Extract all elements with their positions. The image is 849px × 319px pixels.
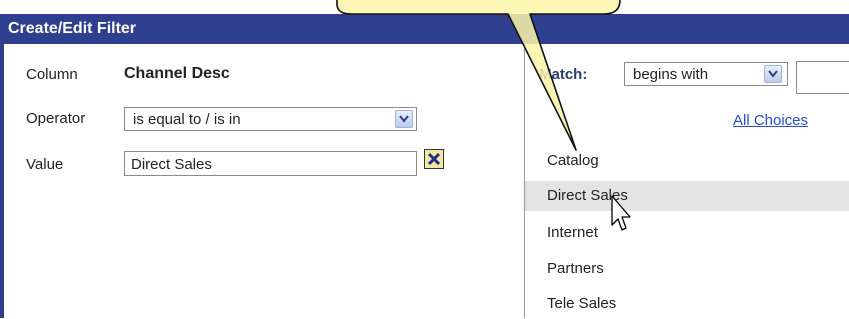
- list-item[interactable]: Tele Sales: [525, 289, 849, 319]
- match-mode-value: begins with: [633, 66, 709, 83]
- dialog-title-bar: Create/Edit Filter: [0, 14, 849, 44]
- clear-value-button[interactable]: [424, 149, 444, 169]
- list-item[interactable]: Direct Sales: [525, 181, 849, 211]
- list-item[interactable]: Internet: [525, 218, 849, 248]
- operator-label: Operator: [26, 110, 86, 127]
- match-label: Match:: [539, 66, 588, 83]
- match-search-input[interactable]: [796, 61, 849, 94]
- list-item-label: Internet: [547, 224, 598, 241]
- list-item-label: Tele Sales: [547, 295, 617, 312]
- list-item-label: Catalog: [547, 152, 599, 169]
- value-input[interactable]: Direct Sales: [124, 151, 417, 176]
- chevron-down-icon[interactable]: [395, 110, 413, 128]
- operator-select-value: is equal to / is in: [133, 111, 241, 128]
- value-label: Value: [26, 156, 64, 173]
- value-input-text: Direct Sales: [131, 156, 212, 173]
- close-icon: [427, 152, 441, 166]
- list-item-label: Partners: [547, 260, 604, 277]
- list-item-label: Direct Sales: [547, 187, 628, 204]
- match-mode-select[interactable]: begins with: [624, 62, 788, 86]
- column-label: Column: [26, 66, 78, 83]
- filter-form-panel: [4, 44, 524, 318]
- list-item[interactable]: Partners: [525, 254, 849, 284]
- column-value: Channel Desc: [124, 65, 230, 82]
- chevron-down-icon[interactable]: [764, 65, 782, 83]
- operator-select[interactable]: is equal to / is in: [124, 107, 417, 131]
- dialog-title: Create/Edit Filter: [8, 20, 137, 37]
- all-choices-link[interactable]: All Choices: [733, 112, 808, 129]
- list-item[interactable]: Catalog: [525, 146, 849, 176]
